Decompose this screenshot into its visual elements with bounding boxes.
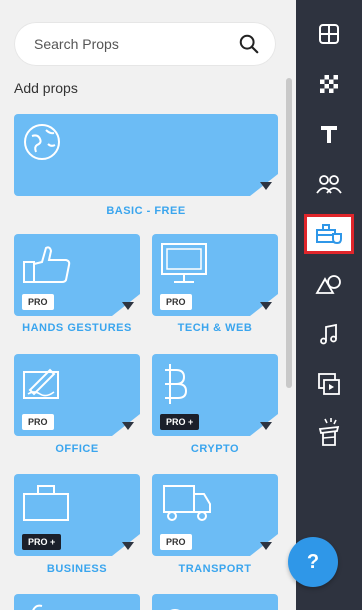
tile-transport[interactable]: PRO (152, 474, 278, 556)
chevron-down-icon[interactable] (122, 302, 134, 310)
monitor-icon (161, 243, 207, 283)
toolbar-layout-button[interactable] (304, 14, 354, 54)
toolbar-shapes-button[interactable] (304, 264, 354, 304)
toolbar-magic-button[interactable] (304, 412, 354, 452)
right-toolbar (296, 0, 362, 610)
tile-label-business: BUSINESS (46, 563, 108, 575)
briefcase-icon (23, 485, 69, 521)
chevron-down-icon[interactable] (260, 542, 272, 550)
toolbar-music-button[interactable] (304, 314, 354, 354)
text-icon (321, 126, 337, 143)
tile-office[interactable]: PRO (14, 354, 140, 436)
chevron-down-icon[interactable] (260, 302, 272, 310)
pro-plus-badge: PRO + (22, 534, 62, 550)
tile-business[interactable]: PRO + (14, 474, 140, 556)
tile-label-office: OFFICE (55, 443, 99, 455)
pro-badge: PRO (22, 414, 54, 430)
bitcoin-icon (165, 364, 188, 404)
scrollbar[interactable] (286, 78, 292, 388)
toolbar-media-button[interactable] (304, 364, 354, 404)
help-button[interactable]: ? (288, 537, 338, 587)
tile-label-transport: TRANSPORT (178, 563, 252, 575)
props-panel: Add props BASIC - FREE PRO HANDS GESTURE… (0, 0, 296, 610)
signature-icon (23, 368, 59, 399)
search-input[interactable] (34, 34, 234, 54)
toolbar-characters-button[interactable] (304, 164, 354, 204)
tile-label-tech-web: TECH & WEB (177, 322, 253, 334)
arrows-icon (32, 604, 43, 610)
music-icon (320, 323, 337, 345)
chevron-down-icon[interactable] (260, 422, 272, 430)
chevron-down-icon[interactable] (260, 182, 272, 190)
pro-badge: PRO (160, 534, 192, 550)
globe-icon (24, 124, 60, 160)
tile-hands-gestures[interactable]: PRO (14, 234, 140, 316)
pro-plus-badge: PRO + (160, 414, 200, 430)
truck-icon (163, 485, 211, 521)
tile-tech-web[interactable]: PRO (152, 234, 278, 316)
thumbs-up-icon (23, 246, 71, 283)
magic-hat-icon (318, 418, 340, 446)
circle-icon (170, 609, 180, 610)
toolbar-props-button[interactable] (304, 214, 354, 254)
characters-icon (316, 175, 342, 194)
pro-badge: PRO (160, 294, 192, 310)
media-icon (318, 373, 340, 395)
tile-label-crypto: CRYPTO (190, 443, 240, 455)
tile-label-hands-gestures: HANDS GESTURES (22, 322, 132, 334)
chevron-down-icon[interactable] (122, 542, 134, 550)
search-box[interactable] (14, 22, 276, 66)
tile-partial-2[interactable] (152, 594, 278, 610)
toolbar-text-button[interactable] (304, 114, 354, 154)
background-icon (320, 75, 338, 93)
search-icon[interactable] (238, 33, 260, 55)
layout-icon (319, 24, 339, 44)
toolbar-background-button[interactable] (304, 64, 354, 104)
section-title: Add props (14, 80, 78, 96)
tile-crypto[interactable]: PRO + (152, 354, 278, 436)
tile-partial-1[interactable] (14, 594, 140, 610)
props-icon (316, 224, 342, 245)
shapes-icon (315, 275, 341, 294)
tile-basic-free[interactable] (14, 114, 278, 196)
pro-badge: PRO (22, 294, 54, 310)
tile-label-basic-free: BASIC - FREE (106, 205, 186, 217)
chevron-down-icon[interactable] (122, 422, 134, 430)
